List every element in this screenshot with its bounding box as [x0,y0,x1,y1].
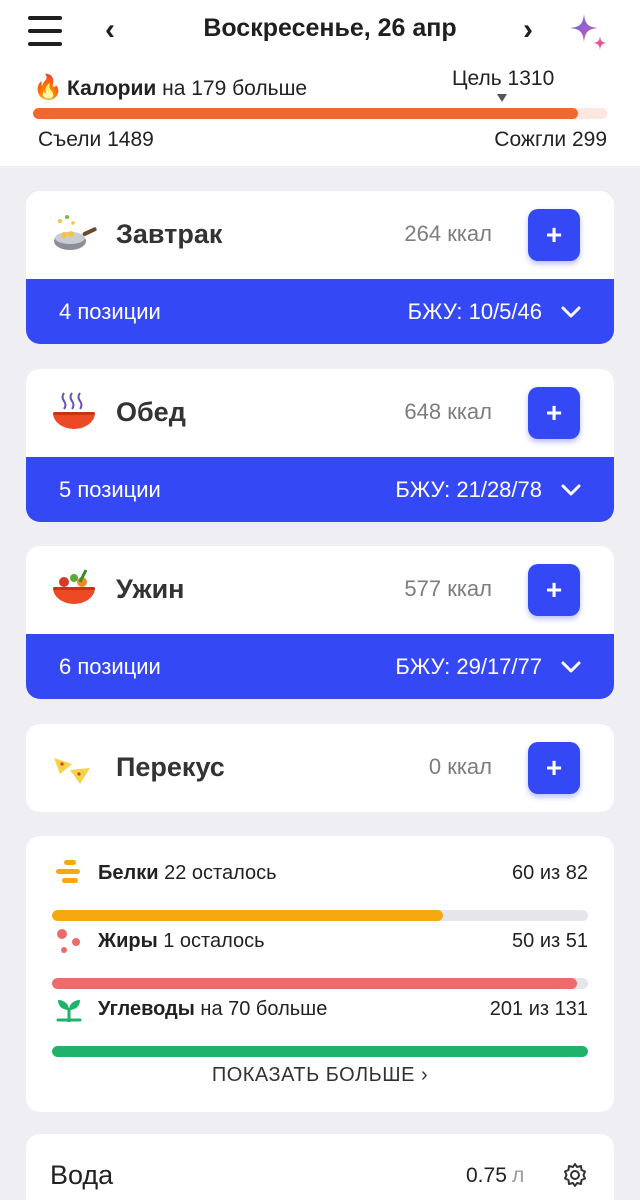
fat-progress-bar [52,978,588,989]
chevron-down-icon[interactable] [560,656,582,678]
meal-card-dinner: Ужин 577 ккал + 6 позиции БЖУ: 29/17/77 [26,546,614,699]
burned-calories: Сожгли 299 [494,128,607,151]
protein-icon [56,860,80,883]
salad-bowl-icon [53,569,95,604]
meal-calories: 577 ккал [404,576,492,601]
meal-header[interactable]: Обед 648 ккал + [26,369,614,457]
meal-calories: 648 ккал [404,399,492,424]
chevron-down-icon[interactable] [560,479,582,501]
previous-day-button[interactable]: ‹ [92,12,128,48]
gear-icon[interactable] [562,1162,588,1188]
fat-progress-fill [52,978,578,989]
calories-label: Калории на 179 больше [67,77,308,100]
water-value: 0.75 [466,1164,507,1187]
meal-summary-bar[interactable]: 6 позиции БЖУ: 29/17/77 [26,634,614,699]
fat-label: Жиры 1 осталось [98,930,265,952]
water-title: Вода [50,1160,114,1190]
protein-value: 60 из 82 [512,862,588,884]
chevron-down-icon[interactable] [560,301,582,323]
carbs-label: Углеводы на 70 больше [98,998,328,1020]
soup-bowl-icon [53,392,95,429]
meal-macros: БЖУ: 10/5/46 [407,299,542,324]
protein-progress-bar [52,910,588,921]
show-more-button[interactable]: ПОКАЗАТЬ БОЛЬШЕ › [26,1064,614,1087]
carbs-row: Углеводы на 70 больше 201 из 131 [52,992,588,1057]
meal-name: Перекус [116,752,225,782]
protein-progress-fill [52,910,444,921]
meal-name: Завтрак [116,219,223,249]
nachos-icon [54,758,90,784]
add-dinner-button[interactable]: + [528,564,580,616]
add-breakfast-button[interactable]: + [528,209,580,261]
meal-summary-bar[interactable]: 4 позиции БЖУ: 10/5/46 [26,279,614,344]
water-unit: л [512,1164,525,1187]
goal-marker-icon [497,94,507,102]
wok-icon [54,215,97,250]
protein-label: Белки 22 осталось [98,862,277,884]
fat-row: Жиры 1 осталось 50 из 51 [52,924,588,989]
meal-summary-bar[interactable]: 5 позиции БЖУ: 21/28/78 [26,457,614,522]
fire-icon: 🔥 [33,74,63,101]
calorie-goal: Цель 1310 [452,67,555,90]
macros-summary-card: Белки 22 осталось 60 из 82 Жиры 1 остало… [26,836,614,1112]
meal-item-count: 5 позиции [59,477,161,502]
carbs-progress-fill [52,1046,588,1057]
meal-card-breakfast: Завтрак 264 ккал + 4 позиции БЖУ: 10/5/4… [26,191,614,344]
meal-macros: БЖУ: 21/28/78 [395,477,542,502]
next-day-button[interactable]: › [510,12,546,48]
meal-name: Ужин [116,574,185,604]
meal-macros: БЖУ: 29/17/77 [395,654,542,679]
eaten-calories: Съели 1489 [38,128,154,151]
calorie-progress-fill [33,108,579,119]
meal-item-count: 4 позиции [59,299,161,324]
protein-row: Белки 22 осталось 60 из 82 [52,856,588,921]
carbs-progress-bar [52,1046,588,1057]
meal-header[interactable]: Перекус 0 ккал + [26,724,614,812]
menu-icon[interactable] [28,14,62,48]
meal-card-lunch: Обед 648 ккал + 5 позиции БЖУ: 21/28/78 [26,369,614,522]
date-title: Воскресенье, 26 апр [203,14,457,42]
add-snack-button[interactable]: + [528,742,580,794]
ai-sparkle-icon[interactable] [566,10,610,54]
calorie-progress-bar [33,108,607,119]
carbs-sprout-icon [56,1000,82,1022]
top-bar: ‹ Воскресенье, 26 апр › 🔥 Калории на 179… [0,0,640,166]
meal-card-snack: Перекус 0 ккал + [26,724,614,812]
carbs-value: 201 из 131 [489,998,588,1020]
water-card: Вода 0.75 л [26,1134,614,1200]
meal-header[interactable]: Ужин 577 ккал + [26,546,614,634]
meal-calories: 0 ккал [428,754,492,779]
add-lunch-button[interactable]: + [528,387,580,439]
meal-header[interactable]: Завтрак 264 ккал + [26,191,614,279]
meal-calories: 264 ккал [404,221,492,246]
fat-value: 50 из 51 [512,930,588,952]
meal-name: Обед [116,397,186,427]
meal-item-count: 6 позиции [59,654,161,679]
fat-icon [57,929,80,953]
